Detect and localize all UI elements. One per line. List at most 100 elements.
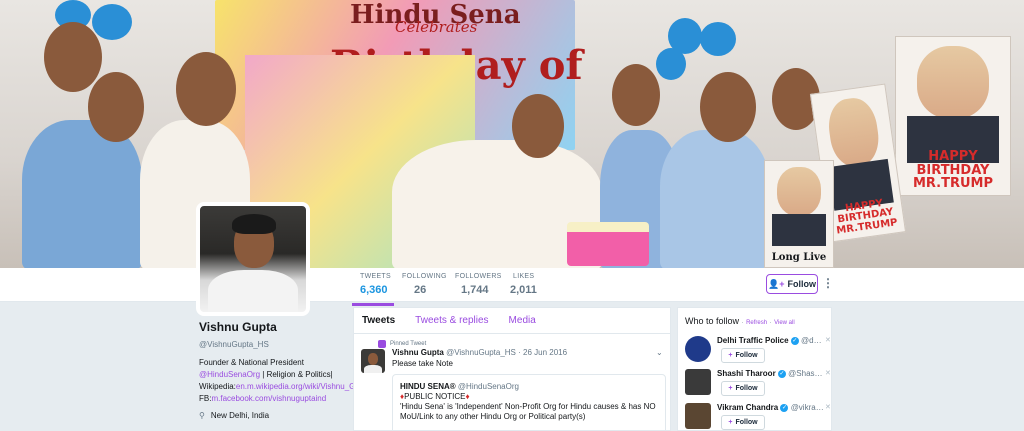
poster-large: HAPPY BIRTHDAY MR.TRUMP bbox=[895, 36, 1011, 196]
pin-icon bbox=[378, 340, 386, 348]
tweet-avatar[interactable] bbox=[361, 349, 385, 373]
crowd-head bbox=[612, 64, 660, 126]
balloon bbox=[656, 48, 686, 80]
stat-label: LIKES bbox=[513, 273, 535, 280]
tab-tweets[interactable]: Tweets bbox=[362, 315, 401, 326]
bio-text: | Religion & Politics| bbox=[260, 370, 333, 379]
view-all-link[interactable]: View all bbox=[774, 320, 795, 326]
bio-line: @HinduSenaOrg | Religion & Politics| bbox=[199, 369, 349, 381]
notice-text: PUBLIC NOTICE bbox=[404, 392, 466, 401]
wikipedia-link[interactable]: en.m.wikipedia.org/wiki/Vishnu_Gu… bbox=[236, 382, 368, 391]
location-text: New Delhi, India bbox=[210, 411, 270, 420]
quote-author-name: HINDU SENA® bbox=[400, 382, 456, 391]
follow-suggestion-button[interactable]: + Follow bbox=[721, 381, 765, 396]
wtf-title: Who to follow bbox=[685, 316, 740, 326]
tweet-text: Please take Note bbox=[392, 359, 453, 368]
bio-text: FB: bbox=[199, 394, 212, 403]
verified-icon: ✓ bbox=[777, 369, 786, 378]
verified-icon: ✓ bbox=[780, 403, 789, 412]
stat-tweets[interactable]: TWEETS 6,360 bbox=[352, 273, 394, 306]
suggestion-avatar[interactable] bbox=[685, 403, 711, 429]
timeline-tabs: Tweets Tweets & replies Media bbox=[354, 308, 670, 334]
tab-tweets-replies[interactable]: Tweets & replies bbox=[415, 315, 494, 326]
follow-suggestion: Shashi Tharoor ✓ @Shas… ✕ + Follow bbox=[685, 369, 831, 399]
stat-likes[interactable]: LIKES 2,011 bbox=[510, 273, 537, 296]
profile-name[interactable]: Vishnu Gupta bbox=[199, 320, 349, 334]
crowd-head bbox=[512, 94, 564, 158]
quote-body: 'Hindu Sena' is 'Independent' Non-Profit… bbox=[400, 402, 656, 421]
header-photo: Hindu Sena Celebrates Birthday of HAPPY … bbox=[0, 0, 1024, 268]
location-pin-icon: ⚲ bbox=[199, 411, 205, 420]
close-icon[interactable]: ✕ bbox=[825, 403, 831, 411]
chevron-down-icon[interactable]: ⌄ bbox=[656, 348, 663, 357]
add-user-icon: + bbox=[728, 419, 733, 426]
stat-following[interactable]: FOLLOWING 26 bbox=[402, 273, 447, 296]
poster-text: HAPPY BIRTHDAY MR.TRUMP bbox=[912, 149, 994, 192]
birthday-cake bbox=[567, 222, 649, 266]
tab-media[interactable]: Media bbox=[509, 315, 542, 326]
poster-small: Long Live bbox=[764, 160, 834, 268]
suggestion-name[interactable]: Vikram Chandra ✓ @vikra… bbox=[717, 403, 823, 412]
stat-label: FOLLOWING bbox=[402, 273, 447, 280]
bio-line: FB:m.facebook.com/vishnuguptaind bbox=[199, 393, 349, 405]
profile-card: Vishnu Gupta @VishnuGupta_HS Founder & N… bbox=[199, 320, 368, 420]
profile-handle[interactable]: @VishnuGupta_HS bbox=[199, 340, 349, 349]
profile-nav: TWEETS 6,360 FOLLOWING 26 FOLLOWERS 1,74… bbox=[0, 268, 1024, 306]
profile-avatar[interactable] bbox=[196, 202, 310, 316]
pinned-indicator: Pinned Tweet bbox=[378, 340, 426, 348]
follow-suggestion: Delhi Traffic Police ✓ @d… ✕ + Follow bbox=[685, 336, 831, 366]
close-icon[interactable]: ✕ bbox=[825, 369, 831, 377]
stat-value: 2,011 bbox=[510, 284, 537, 296]
wtf-header: Who to follow · Refresh · View all bbox=[685, 316, 795, 326]
timeline: Tweets Tweets & replies Media Pinned Twe… bbox=[353, 307, 671, 431]
refresh-link[interactable]: Refresh bbox=[746, 320, 767, 326]
follow-label: Follow bbox=[787, 279, 816, 289]
suggestion-name[interactable]: Delhi Traffic Police ✓ @d… bbox=[717, 336, 823, 345]
balloon bbox=[92, 4, 132, 40]
stat-followers[interactable]: FOLLOWERS 1,744 bbox=[455, 273, 502, 296]
suggestion-avatar[interactable] bbox=[685, 336, 711, 362]
crowd-head bbox=[88, 72, 144, 142]
bio-mention-link[interactable]: @HinduSenaOrg bbox=[199, 370, 260, 379]
verified-icon: ✓ bbox=[790, 336, 799, 345]
follow-suggestion: Vikram Chandra ✓ @vikra… ✕ + Follow bbox=[685, 403, 831, 431]
stat-value: 26 bbox=[414, 284, 427, 296]
stat-value: 6,360 bbox=[360, 284, 388, 296]
tweet-author-name[interactable]: Vishnu Gupta bbox=[392, 348, 444, 357]
crowd-head bbox=[44, 22, 102, 92]
facebook-link[interactable]: m.facebook.com/vishnuguptaind bbox=[211, 394, 326, 403]
follow-suggestion-button[interactable]: + Follow bbox=[721, 415, 765, 430]
quoted-tweet[interactable]: HINDU SENA® @HinduSenaOrg ♦PUBLIC NOTICE… bbox=[392, 374, 666, 431]
stat-label: FOLLOWERS bbox=[455, 273, 502, 280]
bio-text: Wikipedia: bbox=[199, 382, 236, 391]
pinned-label: Pinned Tweet bbox=[390, 341, 427, 347]
profile-bio: Founder & National President @HinduSenaO… bbox=[199, 357, 368, 405]
crowd-head bbox=[700, 72, 756, 142]
bio-line: Wikipedia:en.m.wikipedia.org/wiki/Vishnu… bbox=[199, 381, 368, 393]
bio-line: Founder & National President bbox=[199, 358, 304, 367]
more-options-icon[interactable]: ⋮ bbox=[822, 277, 834, 289]
stat-label: TWEETS bbox=[360, 273, 391, 280]
add-user-icon: + bbox=[728, 352, 733, 359]
tweet-date[interactable]: · 26 Jun 2016 bbox=[518, 348, 567, 357]
crowd-person bbox=[660, 130, 770, 268]
suggestion-name[interactable]: Shashi Tharoor ✓ @Shas… bbox=[717, 369, 823, 378]
crowd-person bbox=[22, 120, 142, 268]
add-user-icon: 👤+ bbox=[768, 278, 785, 289]
diamond-icon: ♦ bbox=[465, 392, 470, 401]
follow-button[interactable]: 👤+ Follow bbox=[766, 274, 818, 294]
suggestion-avatar[interactable] bbox=[685, 369, 711, 395]
poster-text: Long Live bbox=[771, 251, 827, 263]
profile-location: ⚲ New Delhi, India bbox=[199, 411, 349, 420]
quote-notice: ♦PUBLIC NOTICE♦ bbox=[400, 392, 658, 402]
quote-author-handle: @HinduSenaOrg bbox=[457, 382, 519, 391]
close-icon[interactable]: ✕ bbox=[825, 336, 831, 344]
tweet-header: Vishnu Gupta @VishnuGupta_HS · 26 Jun 20… bbox=[392, 348, 567, 357]
quote-header: HINDU SENA® @HinduSenaOrg bbox=[400, 382, 658, 392]
banner-subtitle: Celebrates bbox=[395, 18, 478, 36]
tweet-author-handle[interactable]: @VishnuGupta_HS bbox=[446, 348, 516, 357]
stat-value: 1,744 bbox=[461, 284, 489, 296]
who-to-follow: Who to follow · Refresh · View all Delhi… bbox=[677, 307, 832, 431]
follow-suggestion-button[interactable]: + Follow bbox=[721, 348, 765, 363]
crowd-head bbox=[176, 52, 236, 126]
